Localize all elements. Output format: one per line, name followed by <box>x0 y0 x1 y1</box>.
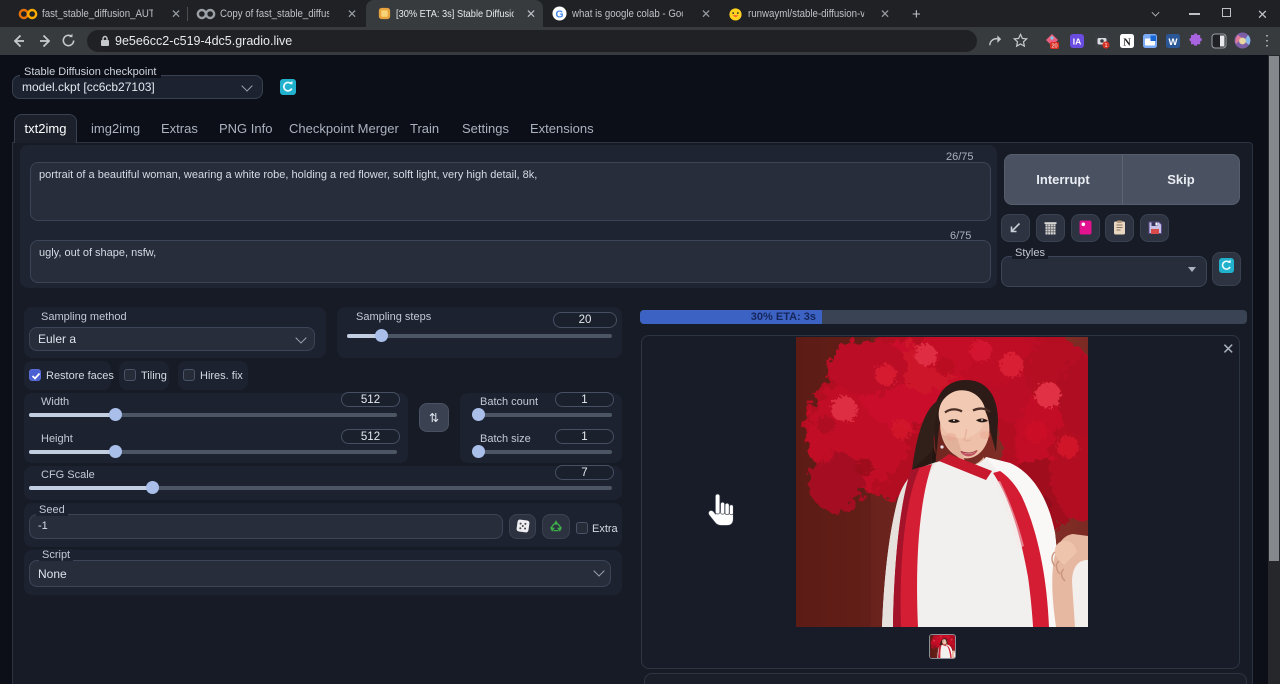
svg-text:1: 1 <box>1104 43 1107 49</box>
svg-text:20: 20 <box>1051 44 1057 49</box>
svg-text:N: N <box>1123 37 1131 48</box>
svg-text:G: G <box>555 9 563 20</box>
svg-text:IA: IA <box>1073 37 1082 47</box>
svg-text:W: W <box>1169 37 1178 48</box>
